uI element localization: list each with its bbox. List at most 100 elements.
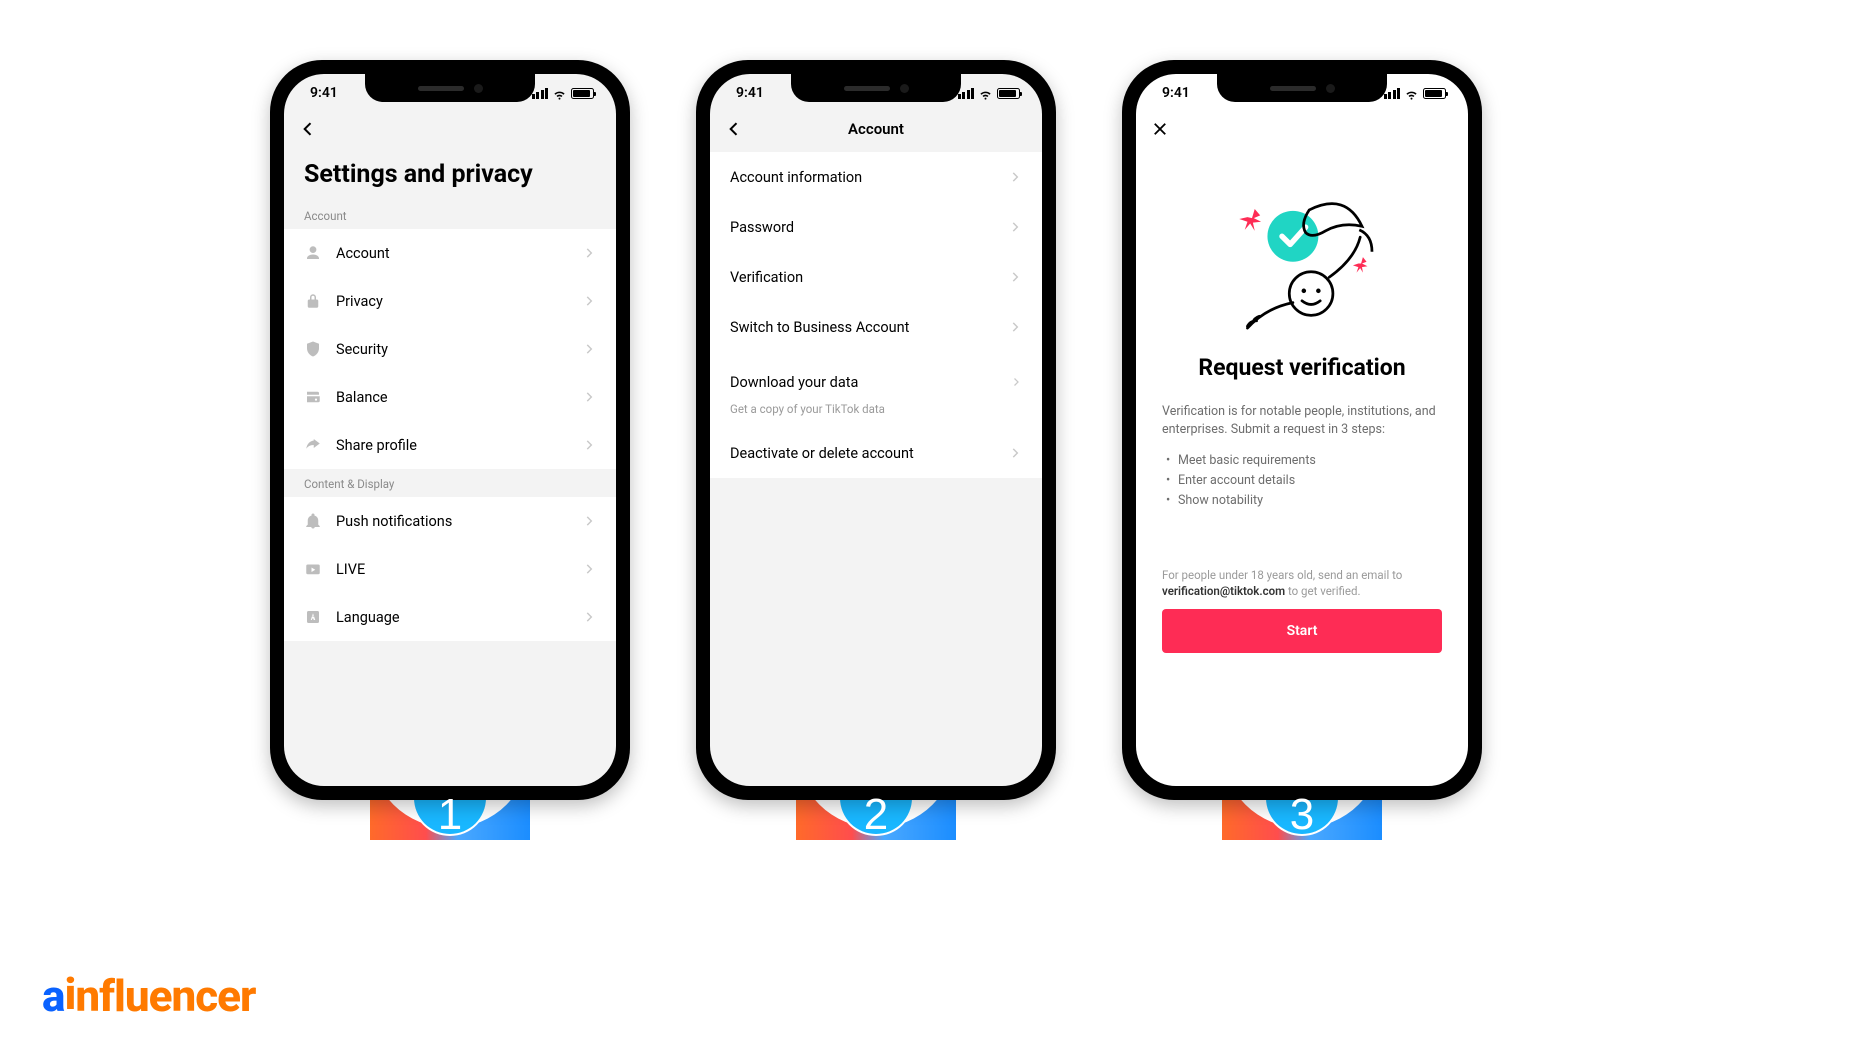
phone-screen-verification: 9:41	[1136, 74, 1468, 786]
brand-i: i	[64, 968, 75, 1020]
row-label: Download your data	[730, 374, 1010, 391]
person-icon	[304, 244, 322, 262]
nav-bar	[284, 112, 616, 146]
chevron-right-icon	[1008, 220, 1022, 234]
row-subtitle: Get a copy of your TikTok data	[730, 402, 1022, 416]
chevron-right-icon	[1008, 270, 1022, 284]
settings-row-privacy[interactable]: Privacy	[284, 277, 616, 325]
row-label: Verification	[730, 269, 1008, 286]
list-content: Push notifications LIVE Language	[284, 497, 616, 641]
row-label: Balance	[336, 389, 582, 406]
phone-1: 9:41 Settings and privacy Account	[270, 60, 630, 800]
settings-row-live[interactable]: LIVE	[284, 545, 616, 593]
row-label: Deactivate or delete account	[730, 445, 1008, 462]
status-icons	[1384, 86, 1447, 101]
battery-icon	[997, 88, 1020, 99]
wallet-icon	[304, 388, 322, 406]
chevron-right-icon	[582, 294, 596, 308]
status-time: 9:41	[310, 85, 338, 101]
chevron-left-icon	[724, 119, 744, 139]
wifi-icon	[1404, 86, 1419, 101]
phone-frame: 9:41 Settings and privacy Account	[270, 60, 630, 800]
verification-description: Verification is for notable people, inst…	[1162, 403, 1442, 439]
list-account: Account Privacy Security	[284, 229, 616, 469]
settings-row-share-profile[interactable]: Share profile	[284, 421, 616, 469]
under-18-note: For people under 18 years old, send an e…	[1162, 567, 1442, 599]
bell-icon	[304, 512, 322, 530]
verification-title: Request verification	[1162, 354, 1442, 381]
chevron-right-icon	[1008, 320, 1022, 334]
lock-icon	[304, 292, 322, 310]
chevron-right-icon	[582, 390, 596, 404]
close-button[interactable]	[1146, 115, 1174, 143]
start-button[interactable]: Start	[1162, 609, 1442, 653]
page-title: Settings and privacy	[284, 146, 616, 201]
phone-frame: 9:41	[1122, 60, 1482, 800]
chevron-right-icon	[582, 610, 596, 624]
verification-steps: Meet basic requirements Enter account de…	[1162, 451, 1442, 511]
chevron-right-icon	[582, 246, 596, 260]
back-button[interactable]	[294, 115, 322, 143]
section-label-account: Account	[284, 201, 616, 229]
step-number: 1	[438, 790, 462, 840]
chevron-right-icon	[1010, 376, 1022, 388]
wifi-icon	[552, 86, 567, 101]
notch	[791, 74, 961, 102]
under18-text-c: to get verified.	[1285, 584, 1360, 598]
close-icon	[1151, 120, 1169, 138]
account-row-verification[interactable]: Verification	[710, 252, 1042, 302]
verification-step: Meet basic requirements	[1166, 451, 1442, 471]
row-label: Language	[336, 609, 582, 626]
step-number: 2	[864, 790, 888, 840]
settings-row-account[interactable]: Account	[284, 229, 616, 277]
account-row-password[interactable]: Password	[710, 202, 1042, 252]
brand-a: a	[42, 970, 64, 1022]
status-icons	[958, 86, 1021, 101]
brand-logo: ainfluencer	[42, 970, 255, 1022]
battery-icon	[1423, 88, 1446, 99]
row-label: Password	[730, 219, 1008, 236]
row-label: Share profile	[336, 437, 582, 454]
phone-frame: 9:41 Account Account information	[696, 60, 1056, 800]
battery-icon	[571, 88, 594, 99]
shield-icon	[304, 340, 322, 358]
row-label: Account information	[730, 169, 1008, 186]
chevron-left-icon	[298, 119, 318, 139]
phone-3: 9:41	[1122, 60, 1482, 800]
section-label-content: Content & Display	[284, 469, 616, 497]
verification-step: Show notability	[1166, 491, 1442, 511]
nav-bar	[1136, 112, 1468, 146]
nav-bar: Account	[710, 112, 1042, 146]
verification-email: verification@tiktok.com	[1162, 584, 1285, 598]
chevron-right-icon	[582, 514, 596, 528]
row-label: Security	[336, 341, 582, 358]
verification-illustration	[1136, 146, 1468, 354]
chevron-right-icon	[582, 342, 596, 356]
nav-title: Account	[710, 120, 1042, 138]
settings-row-push[interactable]: Push notifications	[284, 497, 616, 545]
phone-screen-account: 9:41 Account Account information	[710, 74, 1042, 786]
list-account-sub: Account information Password Verificatio…	[710, 152, 1042, 478]
row-label: LIVE	[336, 561, 582, 578]
chevron-right-icon	[1008, 170, 1022, 184]
live-icon	[304, 560, 322, 578]
share-icon	[304, 436, 322, 454]
settings-row-security[interactable]: Security	[284, 325, 616, 373]
status-time: 9:41	[736, 85, 764, 101]
notch	[365, 74, 535, 102]
status-time: 9:41	[1162, 85, 1190, 101]
brand-rest: nfluencer	[75, 970, 255, 1022]
back-button[interactable]	[720, 115, 748, 143]
status-icons	[532, 86, 595, 101]
phone-2: 9:41 Account Account information	[696, 60, 1056, 800]
settings-row-language[interactable]: Language	[284, 593, 616, 641]
phone-screen-settings: 9:41 Settings and privacy Account	[284, 74, 616, 786]
language-icon	[304, 608, 322, 626]
settings-row-balance[interactable]: Balance	[284, 373, 616, 421]
row-label: Switch to Business Account	[730, 319, 1008, 336]
account-row-switch-business[interactable]: Switch to Business Account	[710, 302, 1042, 352]
account-row-deactivate[interactable]: Deactivate or delete account	[710, 428, 1042, 478]
wifi-icon	[978, 86, 993, 101]
account-row-info[interactable]: Account information	[710, 152, 1042, 202]
account-row-download-data[interactable]: Download your data Get a copy of your Ti…	[710, 352, 1042, 428]
